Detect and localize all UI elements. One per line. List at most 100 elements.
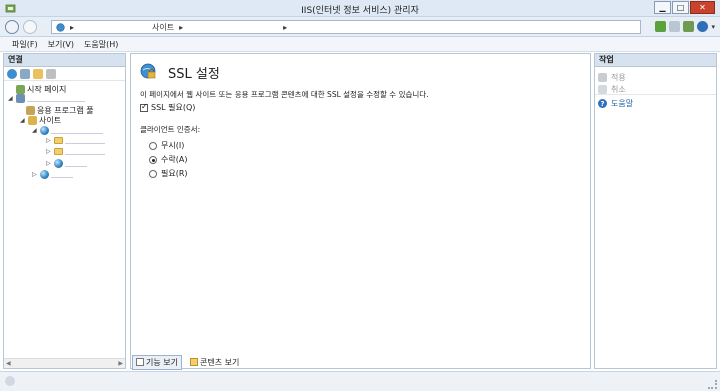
tree-item-folder[interactable]: ▷ — [46, 148, 105, 155]
connections-panel: 연결 시작 페이지 ◢ 응용 프로그램 풀 ◢ 사이트 ◢ ▷ ▷ ▷ ▷ ◀ … — [3, 53, 126, 369]
radio-label: 필요(R) — [161, 169, 188, 178]
breadcrumb-server[interactable] — [79, 24, 148, 30]
tab-content-view[interactable]: 콘텐츠 보기 — [186, 355, 243, 370]
expand-icon[interactable]: ▷ — [46, 148, 52, 155]
connections-toolbar — [4, 67, 125, 81]
folder-name — [65, 137, 105, 144]
start-page-icon — [16, 85, 25, 94]
breadcrumb-arrow[interactable]: ▸ — [283, 23, 287, 32]
tree-item-sites[interactable]: ◢ 사이트 — [20, 115, 61, 126]
horizontal-scrollbar[interactable]: ◀ ▶ — [4, 358, 125, 368]
radio-accept-button[interactable] — [149, 155, 157, 164]
maximize-icon: □ — [676, 3, 685, 12]
address-tools: ▾ — [655, 21, 715, 32]
require-ssl-option[interactable]: SSL 필요(Q) — [140, 102, 195, 113]
close-button[interactable]: ✕ — [690, 1, 715, 14]
breadcrumb-sites[interactable]: 사이트 — [152, 22, 174, 33]
title-bar: IIS(인터넷 정보 서비스) 관리자 ▁ □ ✕ — [0, 0, 720, 17]
go-icon[interactable] — [655, 21, 667, 32]
refresh-icon[interactable] — [683, 21, 695, 32]
require-ssl-checkbox[interactable] — [140, 102, 148, 112]
breadcrumb[interactable]: ▸ 사이트 ▸ ▸ — [51, 20, 641, 34]
expand-icon[interactable]: ▷ — [32, 171, 38, 178]
radio-label: 수락(A) — [161, 155, 188, 164]
content-view-icon — [189, 358, 198, 366]
server-icon — [16, 94, 25, 103]
expand-icon[interactable]: ▷ — [46, 137, 52, 144]
tab-features-view[interactable]: 기능 보기 — [132, 354, 182, 370]
help-icon[interactable] — [697, 21, 709, 32]
resize-grip-icon[interactable] — [708, 380, 717, 389]
window-title: IIS(인터넷 정보 서비스) 관리자 — [301, 6, 419, 16]
menu-file[interactable]: 파일(F) — [12, 39, 38, 50]
radio-label: 무시(I) — [161, 141, 185, 150]
breadcrumb-site[interactable] — [188, 24, 279, 30]
stop-icon[interactable] — [669, 21, 681, 32]
connect-icon[interactable] — [7, 68, 17, 79]
server-name — [27, 95, 85, 102]
breadcrumb-arrow[interactable]: ▸ — [70, 23, 74, 32]
action-label: 적용 — [611, 73, 626, 82]
actions-panel: 작업 적용 취소 ? 도움말 — [594, 53, 717, 369]
cancel-icon — [598, 85, 607, 94]
tree-item-site[interactable]: ▷ — [32, 170, 73, 179]
actions-header: 작업 — [595, 54, 716, 67]
minimize-icon: ▁ — [659, 3, 666, 12]
status-icon — [5, 376, 15, 386]
connections-header: 연결 — [4, 54, 125, 67]
save-icon[interactable] — [20, 68, 30, 79]
collapse-icon[interactable]: ◢ — [20, 117, 26, 124]
up-folder-icon[interactable] — [33, 68, 43, 79]
disconnect-icon[interactable] — [46, 68, 56, 79]
sites-folder-icon — [28, 116, 37, 125]
site-globe-icon — [40, 170, 49, 179]
radio-require[interactable]: 필요(R) — [149, 168, 188, 179]
status-bar — [0, 371, 720, 391]
apply-icon — [598, 73, 607, 82]
tree-label: 사이트 — [39, 116, 62, 125]
tree-item-app[interactable]: ▷ — [46, 159, 87, 168]
globe-icon — [56, 22, 65, 32]
radio-accept[interactable]: 수락(A) — [149, 154, 187, 165]
menu-view[interactable]: 보기(V) — [48, 39, 74, 50]
tree-item-folder[interactable]: ▷ — [46, 137, 105, 144]
app-globe-icon — [54, 159, 63, 168]
action-label: 도움말 — [611, 99, 634, 108]
menu-help[interactable]: 도움말(H) — [84, 39, 118, 50]
features-view-icon — [136, 358, 144, 366]
chevron-down-icon[interactable]: ▾ — [711, 23, 715, 31]
folder-name — [65, 148, 105, 155]
menu-bar: 파일(F) 보기(V) 도움말(H) — [0, 37, 720, 52]
divider — [595, 94, 716, 95]
forward-button[interactable] — [23, 20, 37, 34]
radio-require-button[interactable] — [149, 169, 157, 178]
window-controls: ▁ □ ✕ — [654, 1, 715, 14]
radio-ignore-button[interactable] — [149, 141, 157, 150]
apply-action[interactable]: 적용 — [598, 72, 626, 83]
breadcrumb-arrow[interactable]: ▸ — [179, 23, 183, 32]
maximize-button[interactable]: □ — [672, 1, 689, 14]
folder-icon — [54, 148, 63, 155]
scroll-left-icon[interactable]: ◀ — [6, 360, 11, 367]
help-action[interactable]: ? 도움말 — [598, 98, 633, 109]
site-globe-icon — [40, 126, 49, 135]
tab-label: 기능 보기 — [146, 357, 178, 367]
app-name — [65, 160, 87, 167]
folder-icon — [54, 137, 63, 144]
page-title: SSL 설정 — [168, 67, 220, 82]
site-name — [51, 127, 103, 134]
radio-ignore[interactable]: 무시(I) — [149, 140, 184, 151]
back-button[interactable] — [5, 20, 19, 34]
page-description: 이 페이지에서 웹 사이트 또는 응용 프로그램 콘텐츠에 대한 SSL 설정을… — [140, 90, 429, 99]
minimize-button[interactable]: ▁ — [654, 1, 671, 14]
tree-item-server[interactable]: ◢ — [8, 94, 85, 103]
expand-icon[interactable]: ▷ — [46, 160, 52, 167]
collapse-icon[interactable]: ◢ — [8, 95, 14, 102]
site-name — [51, 171, 73, 178]
client-cert-label: 클라이언트 인증서: — [140, 125, 201, 134]
require-ssl-label: SSL 필요(Q) — [151, 103, 196, 112]
tree-item-site[interactable]: ◢ — [32, 126, 103, 135]
collapse-icon[interactable]: ◢ — [32, 127, 38, 134]
feature-pane: SSL 설정 이 페이지에서 웹 사이트 또는 응용 프로그램 콘텐츠에 대한 … — [130, 53, 591, 369]
scroll-right-icon[interactable]: ▶ — [118, 360, 123, 367]
